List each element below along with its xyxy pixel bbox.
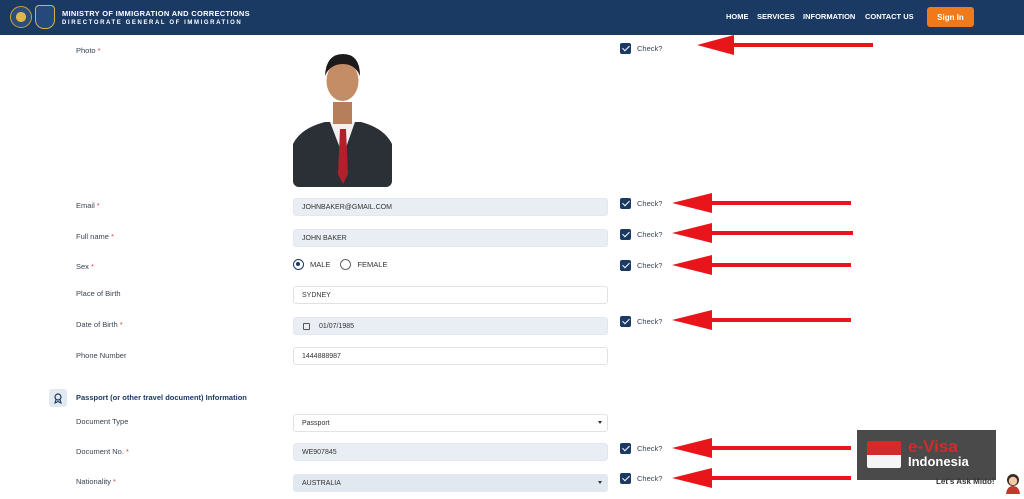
arrow-icon	[672, 255, 851, 275]
chat-assistant-label[interactable]: Let's Ask Mido!	[936, 477, 995, 486]
evisa-indonesia-logo: e-Visa Indonesia	[857, 430, 996, 480]
arrow-icon	[672, 438, 851, 458]
evisa-logo-line2: Indonesia	[908, 454, 969, 469]
arrow-icon	[672, 310, 851, 330]
chat-assistant-avatar-icon[interactable]	[1004, 472, 1022, 494]
arrow-icon	[672, 223, 853, 243]
annotation-arrows	[672, 35, 873, 488]
arrow-icon	[697, 35, 873, 55]
arrow-icon	[672, 193, 851, 213]
arrow-icon	[672, 468, 851, 488]
indonesia-flag-icon	[867, 441, 901, 468]
